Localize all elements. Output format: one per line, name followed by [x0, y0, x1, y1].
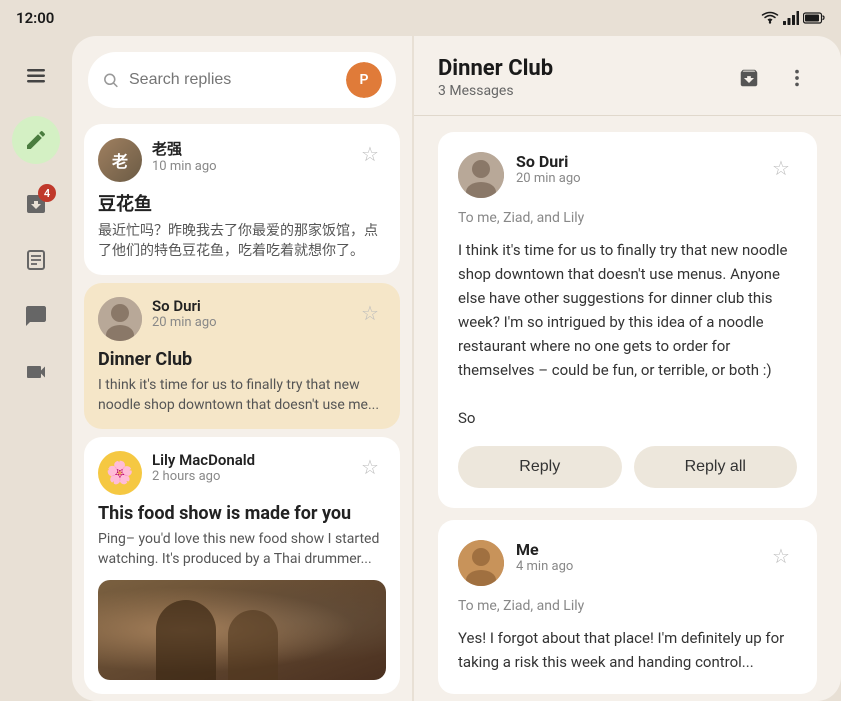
- compose-icon: [24, 128, 48, 152]
- thread-actions: [729, 58, 817, 98]
- archive-icon: [738, 67, 760, 89]
- email-header-1: So Duri 20 min ago ☆: [458, 152, 797, 198]
- sender-name-1: 老强: [152, 138, 344, 159]
- star-button-3[interactable]: ☆: [354, 451, 386, 483]
- email-star-1[interactable]: ☆: [765, 152, 797, 184]
- video-icon: [24, 360, 48, 384]
- email-header-2: Me 4 min ago ☆: [458, 540, 797, 586]
- user-avatar[interactable]: P: [346, 62, 382, 98]
- chat-icon: [24, 304, 48, 328]
- sender-name-2: So Duri: [152, 297, 344, 315]
- sidebar: 4: [0, 36, 72, 701]
- thread-title: Dinner Club: [438, 56, 553, 81]
- reply-all-button[interactable]: Reply all: [634, 446, 798, 488]
- video-button[interactable]: [12, 348, 60, 396]
- thread-header: Dinner Club 3 Messages: [414, 36, 841, 116]
- msg-time-1: 10 min ago: [152, 159, 344, 174]
- email-recipients-2: To me, Ziad, and Lily: [458, 598, 797, 614]
- msg-subject-3: This food show is made for you: [98, 503, 386, 524]
- email-avatar-1: [458, 152, 504, 198]
- signal-icon: [783, 11, 799, 25]
- email-time-1: 20 min ago: [516, 171, 753, 186]
- email-body-2: Yes! I forgot about that place! I'm defi…: [458, 626, 797, 674]
- user-avatar-initials: P: [346, 62, 382, 98]
- status-time: 12:00: [16, 9, 54, 27]
- left-panel: P 老 老强 10 min ago ☆ 豆花鱼 最近忙吗？昨晚我去了你最爱的那家…: [72, 36, 412, 701]
- email-card-2: Me 4 min ago ☆ To me, Ziad, and Lily Yes…: [438, 520, 817, 694]
- star-button-1[interactable]: ☆: [354, 138, 386, 170]
- email-time-2: 4 min ago: [516, 559, 753, 574]
- food-show-image: [98, 580, 386, 680]
- message-card-3[interactable]: 🌸 Lily MacDonald 2 hours ago ☆ This food…: [84, 437, 400, 693]
- star-button-2[interactable]: ☆: [354, 297, 386, 329]
- sender-avatar-3: 🌸: [98, 451, 142, 495]
- status-bar: 12:00: [0, 0, 841, 36]
- thread-count: 3 Messages: [438, 83, 553, 99]
- notes-button[interactable]: [12, 236, 60, 284]
- email-star-2[interactable]: ☆: [765, 540, 797, 572]
- message-list: 老 老强 10 min ago ☆ 豆花鱼 最近忙吗？昨晚我去了你最爱的那家饭馆…: [72, 116, 412, 701]
- right-panel: Dinner Club 3 Messages: [414, 36, 841, 701]
- msg-preview-2: I think it's time for us to finally try …: [98, 376, 386, 415]
- email-sender-2: Me: [516, 540, 753, 559]
- email-body-1: I think it's time for us to finally try …: [458, 238, 797, 430]
- email-sender-1: So Duri: [516, 152, 753, 171]
- message-header-2: So Duri 20 min ago ☆: [98, 297, 386, 341]
- chat-button[interactable]: [12, 292, 60, 340]
- message-card-1[interactable]: 老 老强 10 min ago ☆ 豆花鱼 最近忙吗？昨晚我去了你最爱的那家饭馆…: [84, 124, 400, 275]
- msg-preview-3: Ping– you'd love this new food show I st…: [98, 530, 386, 569]
- email-card-1: So Duri 20 min ago ☆ To me, Ziad, and Li…: [438, 132, 817, 508]
- status-icons: [761, 11, 825, 25]
- message-header-1: 老 老强 10 min ago ☆: [98, 138, 386, 182]
- archive-button[interactable]: [729, 58, 769, 98]
- search-bar: P: [88, 52, 396, 108]
- more-options-icon: [786, 67, 808, 89]
- inbox-badge: 4: [38, 184, 56, 202]
- soduri-avatar-img: [98, 297, 142, 341]
- me-email-avatar: [458, 540, 504, 586]
- msg-time-3: 2 hours ago: [152, 469, 344, 484]
- sender-avatar-1: 老: [98, 138, 142, 182]
- message-card-2[interactable]: So Duri 20 min ago ☆ Dinner Club I think…: [84, 283, 400, 429]
- message-header-3: 🌸 Lily MacDonald 2 hours ago ☆: [98, 451, 386, 495]
- msg-preview-1: 最近忙吗？昨晚我去了你最爱的那家饭馆，点了他们的特色豆花鱼，吃着吃着就想你了。: [98, 222, 386, 261]
- more-options-button[interactable]: [777, 58, 817, 98]
- email-avatar-2: [458, 540, 504, 586]
- sender-avatar-2: [98, 297, 142, 341]
- thread-body: So Duri 20 min ago ☆ To me, Ziad, and Li…: [414, 116, 841, 701]
- msg-time-2: 20 min ago: [152, 315, 344, 330]
- app-container: 4: [0, 36, 841, 701]
- search-input[interactable]: [129, 71, 336, 89]
- menu-icon: [24, 64, 48, 88]
- sender-name-3: Lily MacDonald: [152, 451, 344, 469]
- msg-subject-2: Dinner Club: [98, 349, 386, 370]
- soduri-email-avatar: [458, 152, 504, 198]
- notes-icon: [24, 248, 48, 272]
- email-actions-1: Reply Reply all: [458, 446, 797, 488]
- msg-subject-1: 豆花鱼: [98, 190, 386, 216]
- menu-button[interactable]: [12, 52, 60, 100]
- inbox-button[interactable]: 4: [12, 180, 60, 228]
- email-recipients-1: To me, Ziad, and Lily: [458, 210, 797, 226]
- search-icon: [102, 70, 119, 90]
- battery-icon: [803, 12, 825, 24]
- reply-button[interactable]: Reply: [458, 446, 622, 488]
- compose-button[interactable]: [12, 116, 60, 164]
- wifi-icon: [761, 11, 779, 25]
